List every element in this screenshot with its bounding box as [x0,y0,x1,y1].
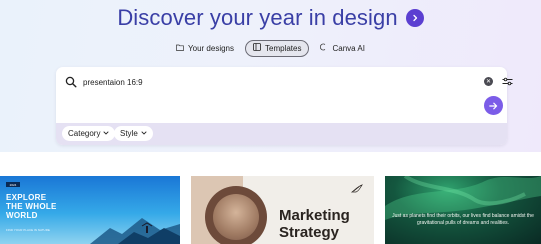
filter-label: Category [68,129,101,138]
mountain-illustration [90,218,180,244]
search-row [65,75,383,89]
card-heading-line: EXPLORE [6,193,47,202]
card-quote: Just as planets find their orbits, our l… [392,213,534,226]
search-input[interactable] [83,77,383,87]
chevron-down-icon [141,130,147,137]
filter-label: Style [120,129,138,138]
tab-canva-ai[interactable]: Canva AI [313,40,371,57]
tab-label: Your designs [188,43,235,53]
sliders-icon [502,77,512,85]
portrait-image [213,194,259,240]
card-heading-line: Marketing [279,207,350,224]
search-icon [65,76,77,88]
page-title: Discover your year in design [117,5,398,30]
close-icon: ✕ [485,79,492,85]
template-icon [253,43,261,53]
arrow-right-icon [489,102,498,109]
card-heading-line: Strategy [279,224,340,241]
portrait-frame [205,186,267,244]
template-card-marketing[interactable]: Marketing Strategy [191,176,374,244]
search-mode-tabs: Your designs Templates Canva AI [0,39,541,57]
hero-heading: Discover your year in design [0,3,541,33]
tab-your-designs[interactable]: Your designs [169,40,241,57]
tab-label: Canva AI [332,43,365,53]
card-heading: EXPLORE THE WHOLE WORLD [6,193,57,220]
clear-search-button[interactable]: ✕ [484,77,493,86]
filter-settings-button[interactable] [501,75,513,87]
aurora-illustration [385,176,541,220]
submit-search-button[interactable] [484,96,503,115]
tab-templates[interactable]: Templates [245,39,310,57]
chevron-right-icon[interactable] [405,9,424,27]
template-card-explore[interactable]: 2024 EXPLORE THE WHOLE WORLD FIND YOUR P… [0,176,180,244]
bird-icon [351,184,363,193]
folder-icon [176,44,184,53]
card-heading-line: WORLD [6,211,38,220]
card-subtext: FIND YOUR PLACE IN NATURE [6,228,50,232]
year-badge: 2024 [6,182,20,187]
tab-label: Templates [265,43,302,53]
sparkle-icon [320,43,328,53]
card-heading: Marketing Strategy [279,207,350,241]
card-heading-line: THE WHOLE [6,202,57,211]
style-filter[interactable]: Style [114,126,153,141]
template-card-aurora[interactable]: Just as planets find their orbits, our l… [385,176,541,244]
chevron-down-icon [103,130,110,137]
category-filter[interactable]: Category [62,126,116,141]
